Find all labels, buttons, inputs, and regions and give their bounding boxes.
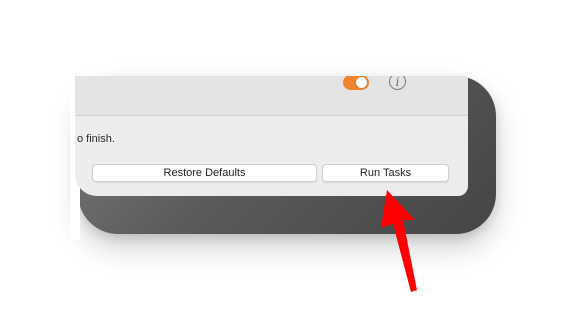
- red-arrow-icon: [381, 190, 417, 292]
- info-icon[interactable]: i: [389, 76, 406, 90]
- feature-toggle[interactable]: [343, 76, 369, 90]
- settings-row-pane: i: [75, 76, 468, 116]
- toggle-knob: [356, 77, 367, 88]
- run-tasks-button[interactable]: Run Tasks: [322, 164, 449, 182]
- restore-defaults-button[interactable]: Restore Defaults: [92, 164, 317, 182]
- settings-window: i o finish. Restore Defaults Run Tasks: [75, 76, 468, 196]
- screenshot-stage: i o finish. Restore Defaults Run Tasks: [0, 0, 574, 313]
- status-text: o finish.: [77, 133, 115, 145]
